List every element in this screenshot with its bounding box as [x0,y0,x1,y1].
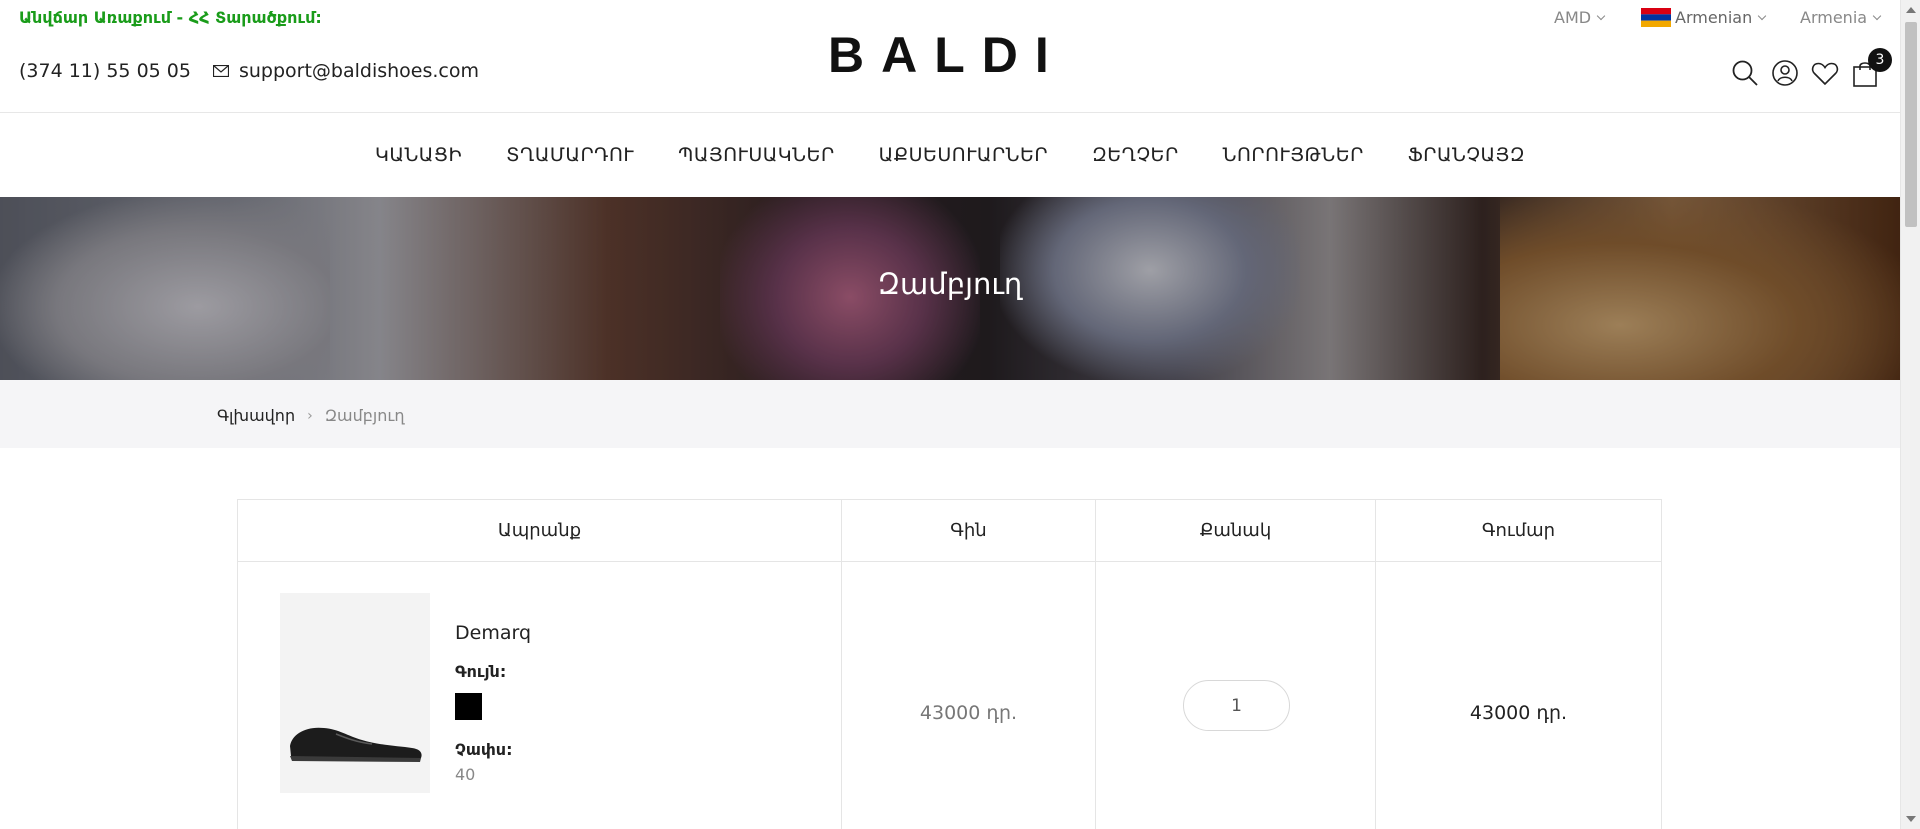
quantity-cell: 1 [1096,562,1376,829]
support-email[interactable]: support@baldishoes.com [239,60,479,82]
nav-item-sale[interactable]: ԶԵՂՉԵՐ [1092,144,1179,166]
product-info: Demarq Գույն: Չափս: 40 [455,622,531,784]
scrollbar-thumb[interactable] [1905,22,1917,227]
cart-bag-icon[interactable]: 3 [1850,48,1892,88]
phone-number[interactable]: (374 11) 55 05 05 [19,60,191,82]
header-actions: 3 [1730,48,1892,88]
color-label: Գույն: [455,662,507,681]
nav-item-women[interactable]: ԿԱՆԱՑԻ [375,144,462,166]
wishlist-heart-icon[interactable] [1810,58,1840,88]
nav-item-men[interactable]: ՏՂԱՄԱՐԴՈՒ [506,144,634,166]
column-header-price: Գին [842,500,1096,561]
currency-select[interactable]: AMD [1554,8,1606,27]
page-banner: Զամբյուղ [0,197,1900,380]
cart-table: Ապրանք Գին Քանակ Գումար Demarq Գույն: Չա… [237,499,1662,829]
page-scrollbar[interactable] [1900,0,1920,829]
account-icon[interactable] [1770,58,1800,88]
cart-item-row: Demarq Գույն: Չափս: 40 43000 դր. 1 43000… [238,562,1661,829]
column-header-total: Գումար [1481,520,1556,541]
armenia-flag-icon [1641,8,1671,27]
quantity-input[interactable]: 1 [1183,680,1290,731]
breadcrumb-home-link[interactable]: Գլխավոր [217,406,295,425]
chevron-down-icon [1872,11,1882,20]
nav-item-accessories[interactable]: ԱՔՍԵՍՈՒԱՐՆԵՐ [879,144,1048,166]
currency-value: AMD [1554,8,1592,27]
site-header: Անվճար Առաքում - ՀՀ Տարածքում: (374 11) … [0,0,1900,113]
column-header-product: Ապրանք [238,500,842,561]
total-cell: 43000 դր. [1376,562,1661,829]
cart-count-badge: 3 [1868,48,1892,72]
loafer-shoe-icon [290,727,422,762]
main-nav: ԿԱՆԱՑԻ ՏՂԱՄԱՐԴՈՒ ՊԱՅՈՒՍԱԿՆԵՐ ԱՔՍԵՍՈՒԱՐՆԵ… [0,113,1900,197]
scroll-up-arrow-icon[interactable] [1906,7,1916,13]
size-label: Չափս: [455,740,513,759]
price-cell: 43000 դր. [842,562,1096,829]
chevron-down-icon [1757,11,1767,20]
product-name[interactable]: Demarq [455,622,531,644]
nav-item-new-arrivals[interactable]: ՆՈՐՈՒՅԹՆԵՐ [1223,144,1364,166]
color-swatch [455,693,482,720]
search-icon[interactable] [1730,58,1760,88]
breadcrumb-current: Զամբյուղ [324,406,405,425]
contact-info: (374 11) 55 05 05 support@baldishoes.com [19,60,479,82]
nav-item-bags[interactable]: ՊԱՅՈՒՍԱԿՆԵՐ [678,144,835,166]
baldi-logo[interactable]: BALDI [828,30,1066,80]
column-header-quantity: Քանակ [1096,500,1376,561]
line-total: 43000 դր. [1469,702,1568,724]
scroll-down-arrow-icon[interactable] [1906,816,1916,822]
chevron-down-icon [1596,11,1606,20]
breadcrumb-separator: › [307,407,313,424]
product-cell: Demarq Գույն: Չափս: 40 [238,562,842,829]
language-select[interactable]: Armenian [1641,8,1767,27]
country-value: Armenia [1800,8,1868,27]
product-image[interactable] [280,593,430,793]
unit-price: 43000 դր. [919,702,1018,724]
breadcrumb: Գլխավոր › Զամբյուղ [0,380,1900,448]
nav-item-franchise[interactable]: ՖՐԱՆՉԱՅԶ [1408,144,1525,166]
free-delivery-promo: Անվճար Առաքում - ՀՀ Տարածքում: [19,8,322,27]
language-value: Armenian [1675,8,1753,27]
mail-icon [212,65,229,77]
page-title: Զամբյուղ [877,267,1023,301]
country-select[interactable]: Armenia [1800,8,1882,27]
size-value: 40 [455,765,476,784]
cart-table-header: Ապրանք Գին Քանակ Գումար [238,500,1661,562]
